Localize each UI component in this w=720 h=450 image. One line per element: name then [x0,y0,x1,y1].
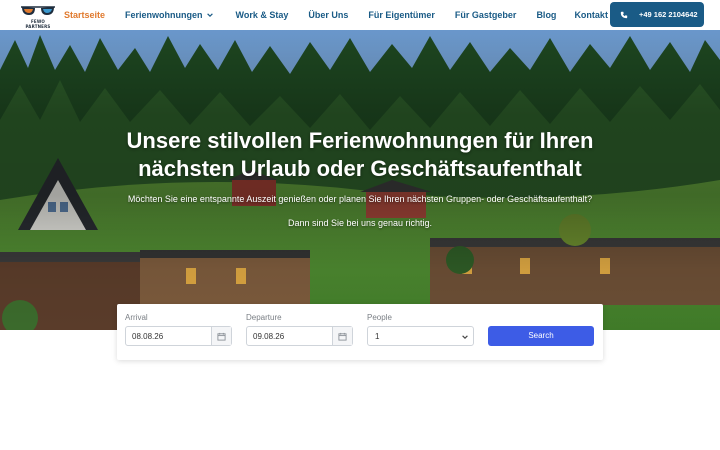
nav-item-ferienwohnungen[interactable]: Ferienwohnungen [125,10,214,20]
nav-item-blog[interactable]: Blog [536,10,556,20]
nav-item-ueber-uns[interactable]: Über Uns [308,10,348,20]
nav-item-kontakt[interactable]: Kontakt [574,10,608,20]
hero-title-line-2: nächsten Urlaub oder Geschäftsaufenthalt [138,156,582,181]
calendar-icon [217,332,226,341]
hero-subtitle: Möchten Sie eine entspannte Auszeit geni… [127,194,593,204]
hero-subtitle-2: Dann sind Sie bei uns genau richtig. [287,218,433,228]
sunglasses-logo-icon [21,6,55,15]
people-select-value: 1 [375,332,380,341]
departure-date-input[interactable]: 09.08.26 [246,326,353,346]
phone-button[interactable]: +49 162 2104642 [610,2,704,27]
departure-label: Departure [246,313,282,322]
calendar-icon [338,332,347,341]
hero-title-line-1: Unsere stilvollen Ferienwohnungen für Ih… [126,128,594,153]
top-navbar: FEWO PARTNERS Startseite Ferienwohnungen… [0,0,720,30]
arrival-date-input[interactable]: 08.08.26 [125,326,232,346]
arrival-label: Arrival [125,313,148,322]
brand-logo-text: FEWO PARTNERS [25,19,51,29]
nav-item-ferienwohnungen-label: Ferienwohnungen [125,10,203,20]
departure-calendar-button[interactable] [332,327,352,345]
main-menu: Startseite Ferienwohnungen Work & Stay Ü… [64,0,608,30]
phone-icon [620,11,628,18]
brand-logo[interactable]: FEWO PARTNERS [18,4,58,29]
booking-widget: Arrival 08.08.26 Departure 09.08.26 Peop… [117,304,603,360]
nav-item-fuer-eigentuemer[interactable]: Für Eigentümer [368,10,435,20]
people-label: People [367,313,392,322]
chevron-down-icon [462,335,468,339]
phone-number: +49 162 2104642 [639,10,698,19]
arrival-calendar-button[interactable] [211,327,231,345]
departure-date-value: 09.08.26 [253,332,285,341]
search-button[interactable]: Search [488,326,594,346]
hero-title: Unsere stilvollen Ferienwohnungen für Ih… [40,127,680,183]
hero-section: Unsere stilvollen Ferienwohnungen für Ih… [0,30,720,330]
arrival-date-value: 08.08.26 [132,332,164,341]
chevron-down-icon [206,13,213,18]
nav-item-work-stay[interactable]: Work & Stay [236,10,289,20]
nav-item-fuer-gastgeber[interactable]: Für Gastgeber [455,10,517,20]
people-select[interactable]: 1 [367,326,474,346]
nav-item-startseite[interactable]: Startseite [64,10,105,20]
